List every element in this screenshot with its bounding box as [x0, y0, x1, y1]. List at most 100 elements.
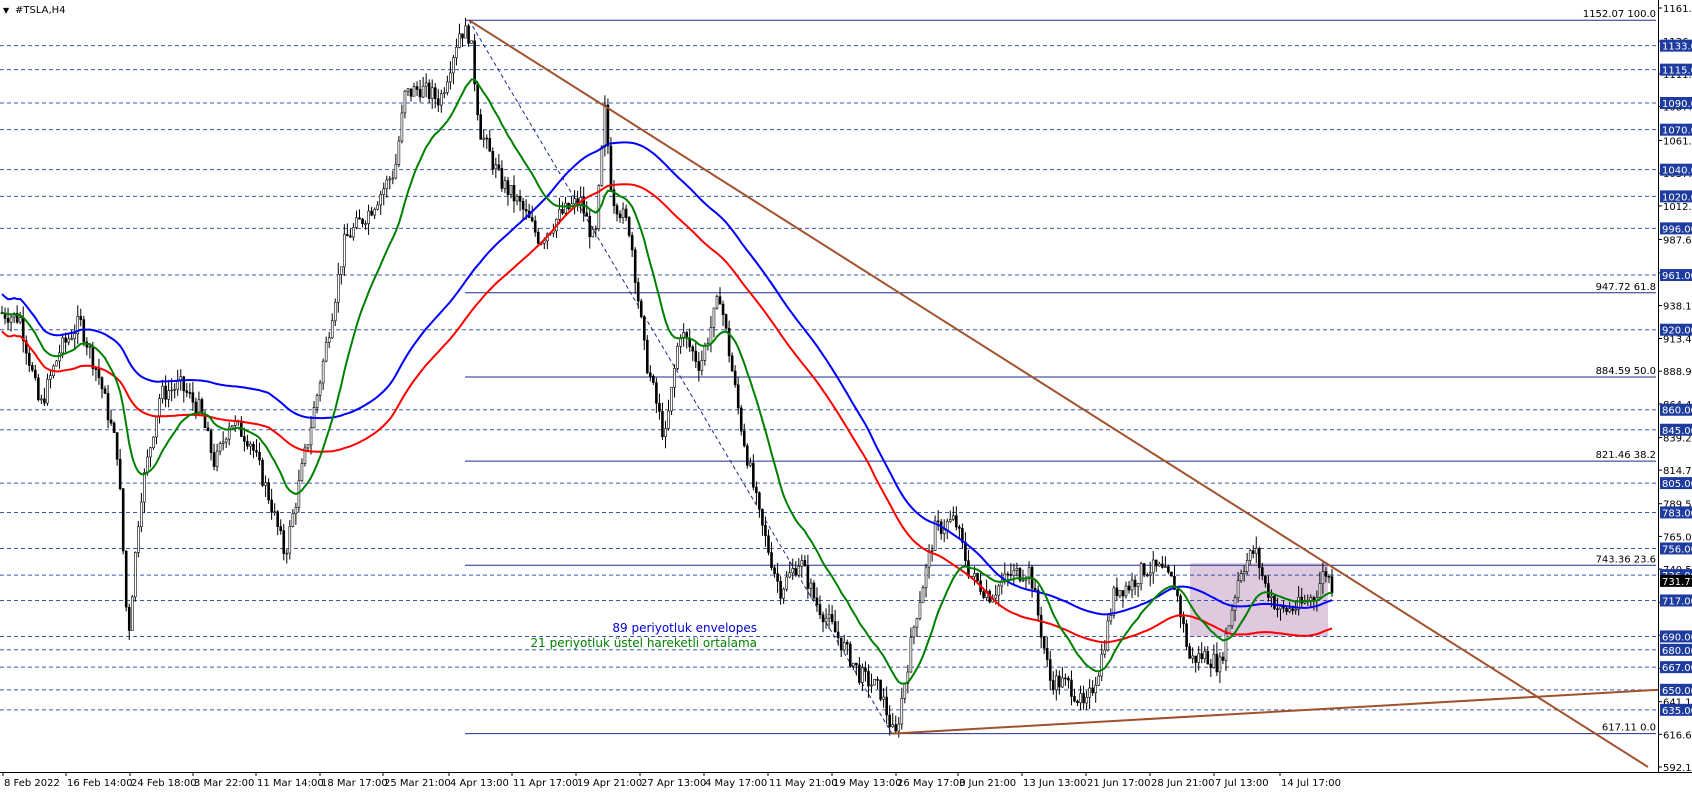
candle-body: [273, 511, 276, 513]
candle-body: [951, 515, 955, 520]
candle-body: [715, 296, 719, 309]
candle-body: [452, 57, 455, 74]
level-label: 845.00: [1662, 426, 1692, 437]
candle-body: [1164, 566, 1167, 568]
candle-body: [1191, 655, 1194, 659]
candle-body: [185, 390, 189, 393]
candle-body: [958, 526, 961, 529]
candle-body: [1170, 571, 1173, 577]
legend-envelopes: 89 periyotluk envelopes: [612, 621, 757, 635]
candle-body: [997, 585, 1001, 596]
candle-body: [733, 370, 737, 386]
time-tick-label: 24 Feb 18:00: [131, 778, 197, 789]
time-tick-label: 21 Jun 17:00: [1087, 778, 1151, 789]
fibo-label: 821.46 38.2: [1596, 450, 1656, 461]
candle-body: [276, 511, 279, 527]
candle-body: [776, 573, 779, 582]
candle-body: [30, 365, 34, 371]
candle-body: [1248, 550, 1252, 561]
candle-body: [649, 372, 652, 377]
candle-body: [603, 104, 607, 148]
candle-body: [1312, 597, 1316, 601]
candle-body: [730, 355, 734, 372]
candle-body: [255, 450, 258, 453]
level-label: 1070.00: [1662, 126, 1692, 137]
candle-body: [1145, 574, 1149, 577]
candle-body: [55, 360, 58, 367]
candle-body: [827, 614, 831, 619]
candle-body: [118, 458, 122, 489]
candle-body: [1200, 653, 1204, 660]
candle-body: [358, 217, 361, 220]
candle-body: [1179, 595, 1182, 618]
time-tick-label: 14 Jul 17:00: [1281, 778, 1341, 789]
candle-body: [1139, 563, 1143, 584]
candle-body: [1124, 585, 1128, 597]
ascending-trendline: [891, 688, 1659, 735]
candle-body: [870, 684, 873, 687]
candle-body: [509, 185, 513, 195]
price-chart[interactable]: 1152.07 100.0 947.72 61.8 884.59 50.0 821.4…: [0, 0, 1692, 792]
candle-body: [458, 33, 461, 48]
time-tick-label: 19 May 13:00: [833, 778, 902, 789]
candle-body: [455, 47, 458, 59]
level-label: 1090.00: [1662, 99, 1692, 110]
candle-body: [621, 208, 625, 219]
candle-body: [915, 618, 919, 628]
candle-body: [1264, 575, 1267, 584]
candle-body: [852, 662, 855, 667]
candle-body: [294, 507, 298, 515]
candle-body: [636, 282, 640, 302]
candle-body: [424, 82, 428, 87]
candle-body: [815, 597, 819, 605]
candle-body: [755, 486, 758, 494]
level-label: 783.00: [1662, 508, 1692, 519]
candle-body: [64, 337, 67, 343]
candle-body: [149, 447, 152, 458]
candle-body: [224, 438, 228, 443]
candle-body: [758, 492, 761, 510]
trendlines[interactable]: [468, 19, 1659, 768]
candle-body: [842, 642, 846, 651]
candle-body: [1212, 653, 1216, 668]
candle-body: [691, 346, 695, 352]
candle-body: [197, 399, 201, 414]
candle-body: [409, 88, 413, 97]
level-label: 805.00: [1662, 479, 1692, 490]
candle-body: [124, 550, 128, 608]
candle-body: [761, 508, 764, 526]
candle-body: [27, 352, 31, 366]
candle-body: [667, 410, 670, 429]
candle-body: [285, 552, 289, 555]
candle-body: [46, 378, 49, 404]
candle-body: [721, 303, 725, 315]
candle-body: [885, 696, 888, 716]
candle-body: [1236, 580, 1240, 599]
time-tick-label: 25 Mar 21:00: [384, 778, 451, 789]
candle-body: [1209, 663, 1213, 668]
time-tick-label: 11 May 21:00: [769, 778, 838, 789]
level-label: 650.00: [1662, 686, 1692, 697]
candle-body: [861, 667, 864, 683]
candle-body: [858, 664, 861, 683]
candle-body: [370, 210, 373, 216]
candle-body: [130, 596, 134, 631]
candle-body: [158, 398, 161, 418]
candle-body: [470, 40, 473, 44]
candle-body: [1245, 560, 1249, 572]
candle-body: [1230, 609, 1234, 627]
candle-body: [488, 138, 492, 152]
candle-body: [115, 432, 119, 460]
fibo-label: 743.36 23.6: [1596, 554, 1656, 565]
time-tick-label: 13 Jun 13:00: [1023, 778, 1087, 789]
candle-body: [658, 402, 661, 412]
candle-body: [973, 573, 976, 578]
candle-body: [355, 217, 358, 228]
candle-body: [258, 451, 261, 461]
time-tick-label: 19 Apr 21:00: [577, 778, 642, 789]
candle-body: [533, 220, 537, 233]
candle-body: [561, 209, 564, 214]
level-label: 996.00: [1662, 224, 1692, 235]
candle-body: [352, 227, 355, 238]
candle-body: [724, 314, 728, 329]
